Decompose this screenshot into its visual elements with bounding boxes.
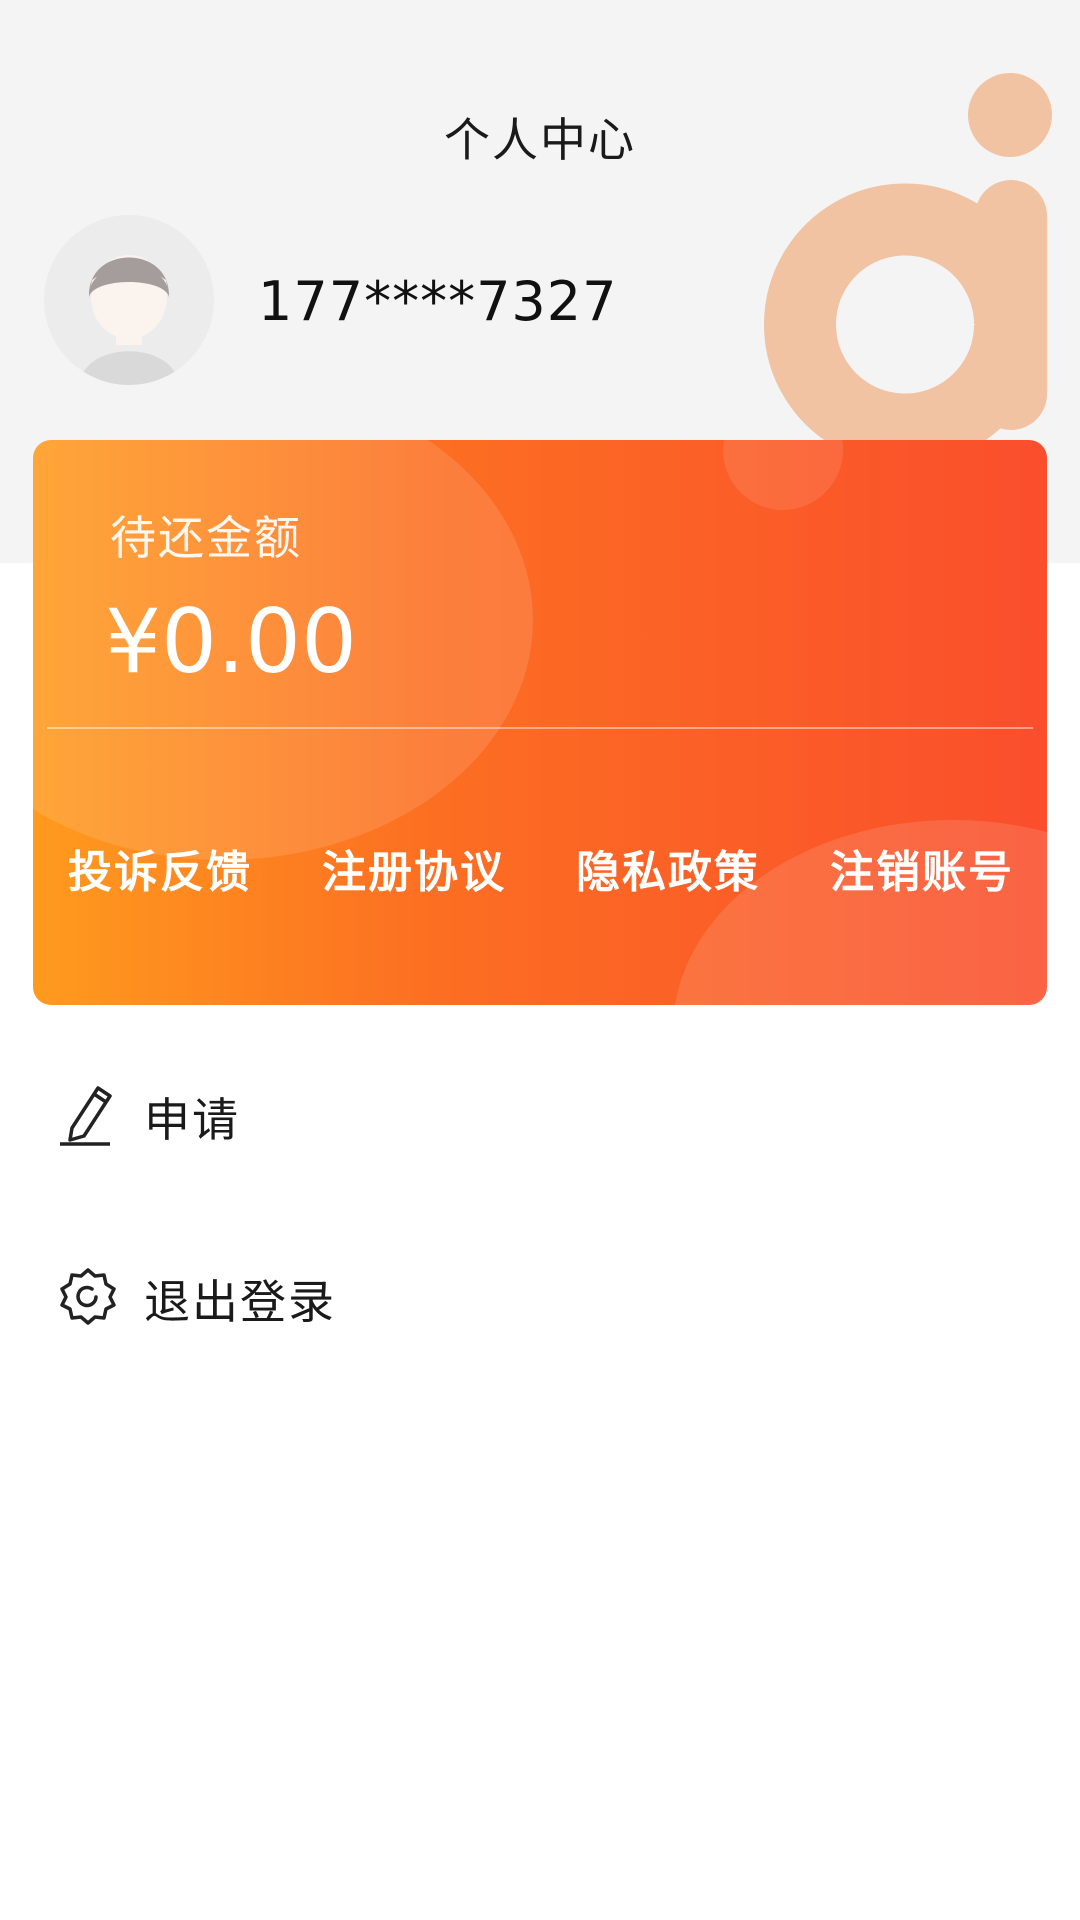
card-divider (47, 727, 1033, 729)
menu-item-label: 申请 (144, 1093, 240, 1147)
pencil-icon (60, 1086, 112, 1146)
pending-amount-label: 待还金额 (110, 511, 302, 565)
repayment-card: 待还金额 ¥0.00 投诉反馈 注册协议 隐私政策 注销账号 (33, 440, 1047, 1005)
avatar[interactable] (44, 215, 214, 385)
privacy-policy-link[interactable]: 隐私政策 (541, 836, 795, 900)
delete-account-link[interactable]: 注销账号 (795, 836, 1047, 900)
menu-item-label: 退出登录 (144, 1275, 336, 1329)
user-avatar-icon (44, 215, 214, 385)
card-links: 投诉反馈 注册协议 隐私政策 注销账号 (33, 836, 1047, 916)
menu-item-logout[interactable]: 退出登录 (0, 1240, 1080, 1350)
complaint-feedback-link[interactable]: 投诉反馈 (33, 836, 287, 900)
page-title: 个人中心 (444, 113, 636, 167)
pending-amount-value: ¥0.00 (105, 590, 357, 693)
card-decoration (723, 440, 843, 510)
gear-icon (60, 1268, 116, 1325)
menu-item-apply[interactable]: 申请 (0, 1058, 1080, 1168)
registration-agreement-link[interactable]: 注册协议 (287, 836, 541, 900)
user-phone-number: 177****7327 (258, 270, 618, 333)
